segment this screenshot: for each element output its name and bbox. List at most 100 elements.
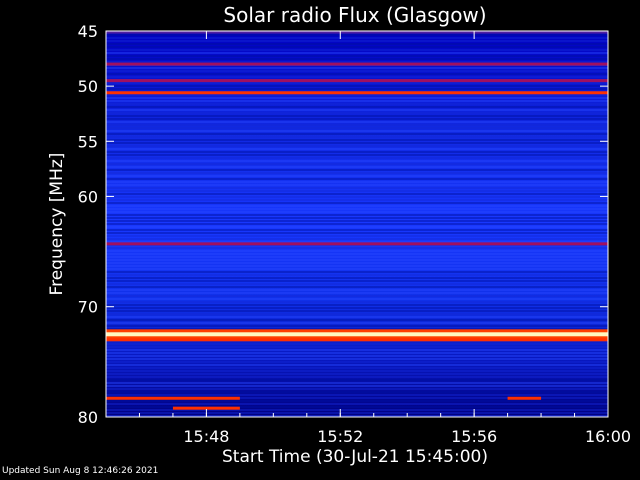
- heatmap-stripe: [106, 220, 608, 222]
- heatmap-stripe: [106, 238, 608, 240]
- emission-band: [106, 338, 608, 342]
- heatmap-stripe: [106, 343, 608, 345]
- heatmap-stripe: [106, 157, 608, 159]
- heatmap-stripe: [106, 367, 608, 369]
- heatmap-stripe: [106, 97, 608, 99]
- heatmap-stripe: [106, 205, 608, 207]
- heatmap-stripe: [106, 280, 608, 282]
- heatmap-stripe: [106, 259, 608, 261]
- heatmap-stripe: [106, 346, 608, 348]
- heatmap-stripe: [106, 163, 608, 165]
- heatmap-stripe: [106, 256, 608, 258]
- heatmap-stripe: [106, 226, 608, 228]
- heatmap-stripe: [106, 142, 608, 144]
- heatmap-stripe: [106, 58, 608, 60]
- x-tick-label: 15:52: [317, 427, 363, 446]
- heatmap-stripe: [106, 88, 608, 90]
- heatmap-stripe: [106, 295, 608, 297]
- heatmap-stripe: [106, 76, 608, 78]
- y-axis-label: Frequency [MHz]: [47, 153, 67, 296]
- heatmap-stripe: [106, 373, 608, 375]
- heatmap-stripe: [106, 400, 608, 402]
- heatmap-stripe: [106, 364, 608, 366]
- heatmap-stripe: [106, 109, 608, 111]
- heatmap-stripe: [106, 376, 608, 378]
- heatmap-stripe: [106, 181, 608, 183]
- heatmap-stripe: [106, 52, 608, 54]
- heatmap-stripe: [106, 127, 608, 129]
- y-tick-label: 70: [78, 298, 98, 317]
- heatmap-stripe: [106, 223, 608, 225]
- heatmap-stripe: [106, 196, 608, 198]
- heatmap-stripe: [106, 124, 608, 126]
- heatmap-stripe: [106, 250, 608, 252]
- heatmap-stripe: [106, 352, 608, 354]
- heatmap-stripe: [106, 292, 608, 294]
- chart-title: Solar radio Flux (Glasgow): [223, 3, 486, 27]
- heatmap-stripe: [106, 46, 608, 48]
- heatmap-stripe: [106, 214, 608, 216]
- heatmap-stripe: [106, 412, 608, 414]
- heatmap-stripe: [106, 370, 608, 372]
- heatmap-stripe: [106, 289, 608, 291]
- y-tick-label: 60: [78, 187, 98, 206]
- heatmap-stripe: [106, 358, 608, 360]
- heatmap-stripe: [106, 73, 608, 75]
- heatmap-stripe: [106, 283, 608, 285]
- y-tick-label: 55: [78, 132, 98, 151]
- heatmap-stripe: [106, 193, 608, 195]
- heatmap-stripe: [106, 286, 608, 288]
- heatmap-stripe: [106, 145, 608, 147]
- heatmap-stripe: [106, 130, 608, 132]
- heatmap-stripe: [106, 103, 608, 105]
- heatmap-stripe: [106, 178, 608, 180]
- heatmap-stripe: [106, 268, 608, 270]
- heatmap-stripe: [106, 274, 608, 276]
- heatmap-stripe: [106, 67, 608, 69]
- emission-band: [106, 396, 240, 400]
- heatmap-stripe: [106, 184, 608, 186]
- heatmap-stripe: [106, 349, 608, 351]
- heatmap-stripe: [106, 133, 608, 135]
- heatmap-stripe: [106, 136, 608, 138]
- heatmap-stripe: [106, 271, 608, 273]
- heatmap-stripe: [106, 118, 608, 120]
- heatmap-stripe: [106, 325, 608, 327]
- heatmap-stripe: [106, 265, 608, 267]
- heatmap-stripe: [106, 277, 608, 279]
- heatmap-stripe: [106, 394, 608, 396]
- heatmap-stripe: [106, 112, 608, 114]
- heatmap-stripe: [106, 85, 608, 87]
- heatmap-stripe: [106, 298, 608, 300]
- heatmap-stripe: [106, 262, 608, 264]
- heatmap-stripe: [106, 190, 608, 192]
- heatmap-stripe: [106, 82, 608, 84]
- heatmap-stripe: [106, 232, 608, 234]
- heatmap-stripe: [106, 55, 608, 57]
- heatmap-stripe: [106, 361, 608, 363]
- emission-band: [106, 91, 608, 95]
- heatmap-stripe: [106, 121, 608, 123]
- emission-band: [106, 62, 608, 66]
- heatmap-stripe: [106, 100, 608, 102]
- heatmap-stripe: [106, 229, 608, 231]
- heatmap-stripe: [106, 172, 608, 174]
- heatmap-stripe: [106, 382, 608, 384]
- heatmap-stripe: [106, 304, 608, 306]
- heatmap-stripe: [106, 148, 608, 150]
- heatmap-stripe: [106, 379, 608, 381]
- heatmap-stripe: [106, 310, 608, 312]
- heatmap-stripe: [106, 70, 608, 72]
- heatmap-stripe: [106, 166, 608, 168]
- heatmap-stripe: [106, 208, 608, 210]
- heatmap-stripe: [106, 322, 608, 324]
- heatmap-stripe: [106, 316, 608, 318]
- heatmap-stripe: [106, 385, 608, 387]
- heatmap-stripe: [106, 34, 608, 36]
- heatmap-stripe: [106, 169, 608, 171]
- emission-band-core: [106, 332, 608, 337]
- heatmap-stripe: [106, 106, 608, 108]
- heatmap-stripe: [106, 43, 608, 45]
- heatmap-stripe: [106, 202, 608, 204]
- update-timestamp: Updated Sun Aug 8 12:46:26 2021: [2, 466, 159, 476]
